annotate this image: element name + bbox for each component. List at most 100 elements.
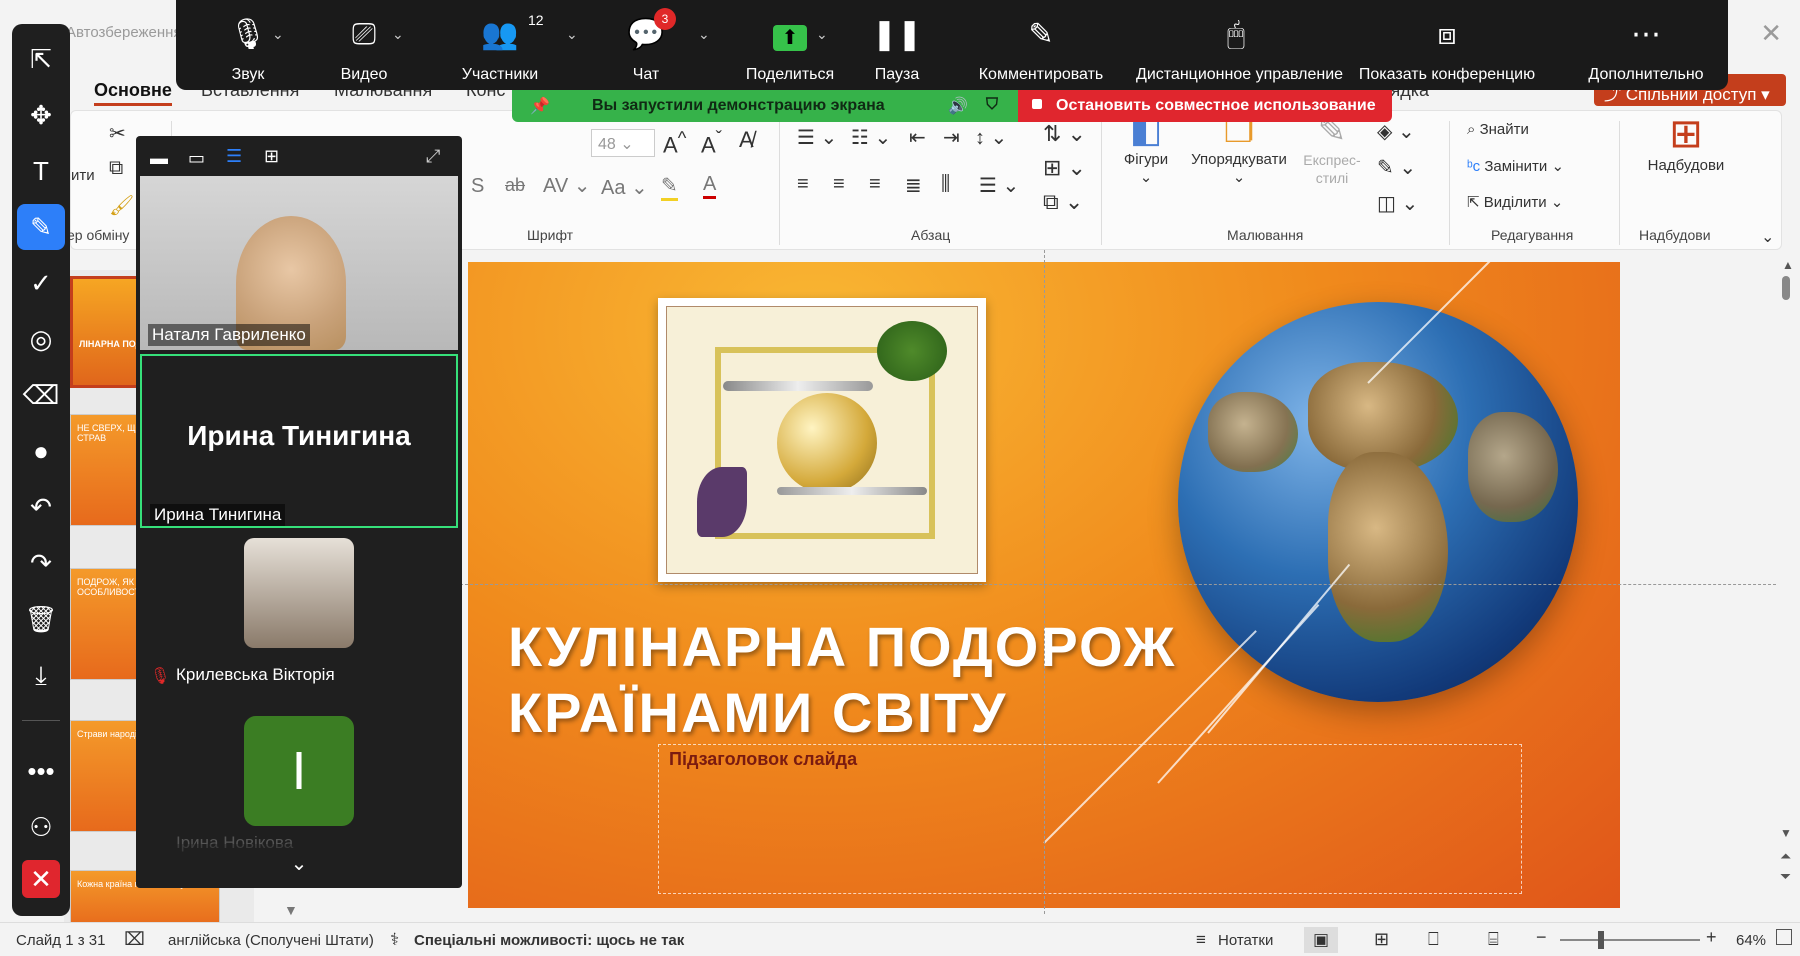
remote-control-button[interactable]: 🖱 Дистанционное управление <box>1136 0 1343 90</box>
zoom-level[interactable]: 64% <box>1736 932 1766 949</box>
pause-share-button[interactable]: ❚❚ Пауза <box>852 0 942 90</box>
minimize-icon[interactable]: ▬ <box>150 148 168 169</box>
chevron-down-icon[interactable]: ⌄ <box>392 26 404 43</box>
select-arrow-icon[interactable]: ⇱ <box>17 36 65 82</box>
highlight-icon[interactable]: ✎ <box>661 173 678 201</box>
shadow-icon[interactable]: S <box>471 175 484 198</box>
vertical-scrollbar[interactable]: ▲ ▼ ⏶ ⏷ <box>1774 258 1794 898</box>
user-settings-icon[interactable]: ⚇ <box>17 804 65 850</box>
color-picker-icon[interactable]: ● <box>17 428 65 474</box>
text-direction-vertical-icon[interactable]: ⇅ ⌄ <box>1043 121 1086 147</box>
find-button[interactable]: ⌕ Знайти <box>1467 121 1529 138</box>
normal-view-icon[interactable]: ▣ <box>1304 927 1338 953</box>
line-spacing-icon[interactable]: ↕ ⌄ <box>975 125 1007 150</box>
stamp-check-icon[interactable]: ✓ <box>17 260 65 306</box>
select-button[interactable]: ⇱ Виділити ⌄ <box>1467 193 1563 211</box>
shape-outline-icon[interactable]: ✎ ⌄ <box>1377 155 1416 180</box>
trash-icon[interactable]: 🗑 <box>17 596 65 642</box>
language-indicator[interactable]: англійська (Сполучені Штати) <box>168 932 374 949</box>
close-window-button[interactable]: ✕ <box>1760 18 1782 49</box>
share-screen-button[interactable]: ⬆ Поделиться <box>730 0 850 90</box>
earth-globe-picture[interactable] <box>1178 302 1578 702</box>
chevron-down-icon[interactable]: ⌄ <box>566 26 578 43</box>
align-right-icon[interactable]: ≡ <box>869 173 881 196</box>
shape-effects-icon[interactable]: ◫ ⌄ <box>1377 191 1418 216</box>
strip-view-icon[interactable]: ☰ <box>226 146 242 167</box>
format-painter-icon[interactable]: 🖌 <box>109 193 134 218</box>
audio-button[interactable]: 🎙 Звук <box>200 0 296 90</box>
scroll-thumb[interactable] <box>1782 276 1790 300</box>
video-button[interactable]: ⎚ Видео <box>316 0 412 90</box>
cut-icon[interactable]: ✂ <box>109 121 126 146</box>
numbering-icon[interactable]: ☷ ⌄ <box>851 125 891 150</box>
copy-icon[interactable]: ⧉ <box>109 157 123 180</box>
participant-video-tile[interactable]: Ирина Тинигина Ирина Тинигина <box>140 354 458 528</box>
more-dots-icon[interactable]: ••• <box>17 748 65 794</box>
align-left-icon[interactable]: ≡ <box>797 173 809 196</box>
stop-sharing-button[interactable]: Остановить совместное использование <box>1018 90 1392 122</box>
shapes-button[interactable]: ◧ Фігури ⌄ <box>1111 111 1181 186</box>
participant-video-tile[interactable]: Наталя Гавриленко <box>140 176 458 350</box>
bullets-icon[interactable]: ☰ ⌄ <box>797 125 837 150</box>
collapse-ribbon-icon[interactable]: ⌄ <box>1761 227 1774 247</box>
convert-smartart-icon[interactable]: ⧉ ⌄ <box>1043 189 1083 215</box>
chevron-down-icon[interactable]: ⌄ <box>816 26 828 43</box>
zoom-slider[interactable] <box>1560 931 1700 949</box>
scroll-down-icon[interactable]: ▼ <box>284 902 298 918</box>
slide-title[interactable]: КУЛІНАРНА ПОДОРОЖ КРАЇНАМИ СВІТУ <box>508 614 1176 746</box>
subtitle-placeholder-box[interactable]: Підзаголовок слайда <box>658 744 1522 894</box>
text-icon[interactable]: T <box>17 148 65 194</box>
next-slide-icon[interactable]: ⏷ <box>1780 868 1791 885</box>
participant-video-tile[interactable]: 🎙 Крилевська Вікторія <box>140 532 458 706</box>
gallery-view-icon[interactable]: ⊞ <box>264 146 279 167</box>
columns-icon[interactable]: ⫼ <box>941 173 950 196</box>
save-download-icon[interactable]: ⤓ <box>17 652 65 698</box>
zoom-slider-thumb[interactable] <box>1598 931 1604 949</box>
char-spacing-icon[interactable]: AV ⌄ <box>543 173 591 198</box>
text-direction-icon[interactable]: ☰ ⌄ <box>979 173 1019 198</box>
spelling-icon[interactable]: ⌧ <box>124 929 145 950</box>
fit-to-window-icon[interactable] <box>1776 929 1792 945</box>
spotlight-icon[interactable]: ◎ <box>17 316 65 362</box>
more-button[interactable]: ⋯ Дополнительно <box>1576 0 1716 90</box>
align-center-icon[interactable]: ≡ <box>833 173 845 196</box>
move-icon[interactable]: ✥ <box>17 92 65 138</box>
strikethrough-icon[interactable]: ab <box>505 175 525 196</box>
undo-icon[interactable]: ↶ <box>17 484 65 530</box>
tab-home[interactable]: Основне <box>94 80 172 106</box>
participants-button[interactable]: 👥 12 Участники <box>440 0 560 90</box>
chat-button[interactable]: 💬 3 Чат <box>606 0 686 90</box>
close-annotation-icon[interactable]: ✕ <box>22 860 60 898</box>
decrease-font-icon[interactable]: Aˇ <box>701 127 722 158</box>
slide-sorter-icon[interactable]: ⊞ <box>1374 929 1389 950</box>
reading-view-icon[interactable]: ⎕ <box>1428 929 1439 950</box>
zoom-in-icon[interactable]: + <box>1706 927 1717 948</box>
scroll-up-icon[interactable]: ▲ <box>1782 258 1794 272</box>
font-size-select[interactable]: 48 ⌄ <box>591 129 655 157</box>
show-conference-button[interactable]: ⧈ Показать конференцию <box>1352 0 1542 90</box>
arrange-button[interactable]: ❐ Упорядкувати ⌄ <box>1181 111 1297 186</box>
increase-font-icon[interactable]: A^ <box>663 127 686 158</box>
change-case-icon[interactable]: Aa ⌄ <box>601 175 648 200</box>
zoom-out-icon[interactable]: − <box>1536 927 1547 948</box>
replace-button[interactable]: ᵇc Замінити ⌄ <box>1467 157 1564 175</box>
scroll-down-icon[interactable]: ▼ <box>1780 826 1792 840</box>
sharing-status[interactable]: 📌 Вы запустили демонстрацию экрана 🔊 ⛉ <box>512 90 1018 122</box>
eraser-icon[interactable]: ⌫ <box>17 372 65 418</box>
font-color-icon[interactable]: A <box>703 173 717 199</box>
justify-icon[interactable]: ≣ <box>905 173 922 198</box>
decrease-indent-icon[interactable]: ⇤ <box>909 125 926 150</box>
addins-button[interactable]: ⊞ Надбудови <box>1631 111 1741 174</box>
scroll-down-participants-icon[interactable]: ⌄ <box>136 844 462 884</box>
previous-slide-icon[interactable]: ⏶ <box>1780 848 1791 865</box>
express-styles-button[interactable]: ✎ Експрес-стилі <box>1297 111 1367 187</box>
slide-image-frame[interactable] <box>658 298 986 582</box>
draw-pen-icon[interactable]: ✎ <box>17 204 65 250</box>
speaker-view-icon[interactable]: ▭ <box>188 148 205 169</box>
shape-fill-icon[interactable]: ◈ ⌄ <box>1377 119 1415 144</box>
annotate-button[interactable]: ✎ Комментировать <box>966 0 1116 90</box>
slideshow-icon[interactable]: ⌸ <box>1488 929 1499 950</box>
paste-button[interactable]: ити <box>71 167 95 184</box>
align-text-icon[interactable]: ⊞ ⌄ <box>1043 155 1086 181</box>
increase-indent-icon[interactable]: ⇥ <box>943 125 960 150</box>
